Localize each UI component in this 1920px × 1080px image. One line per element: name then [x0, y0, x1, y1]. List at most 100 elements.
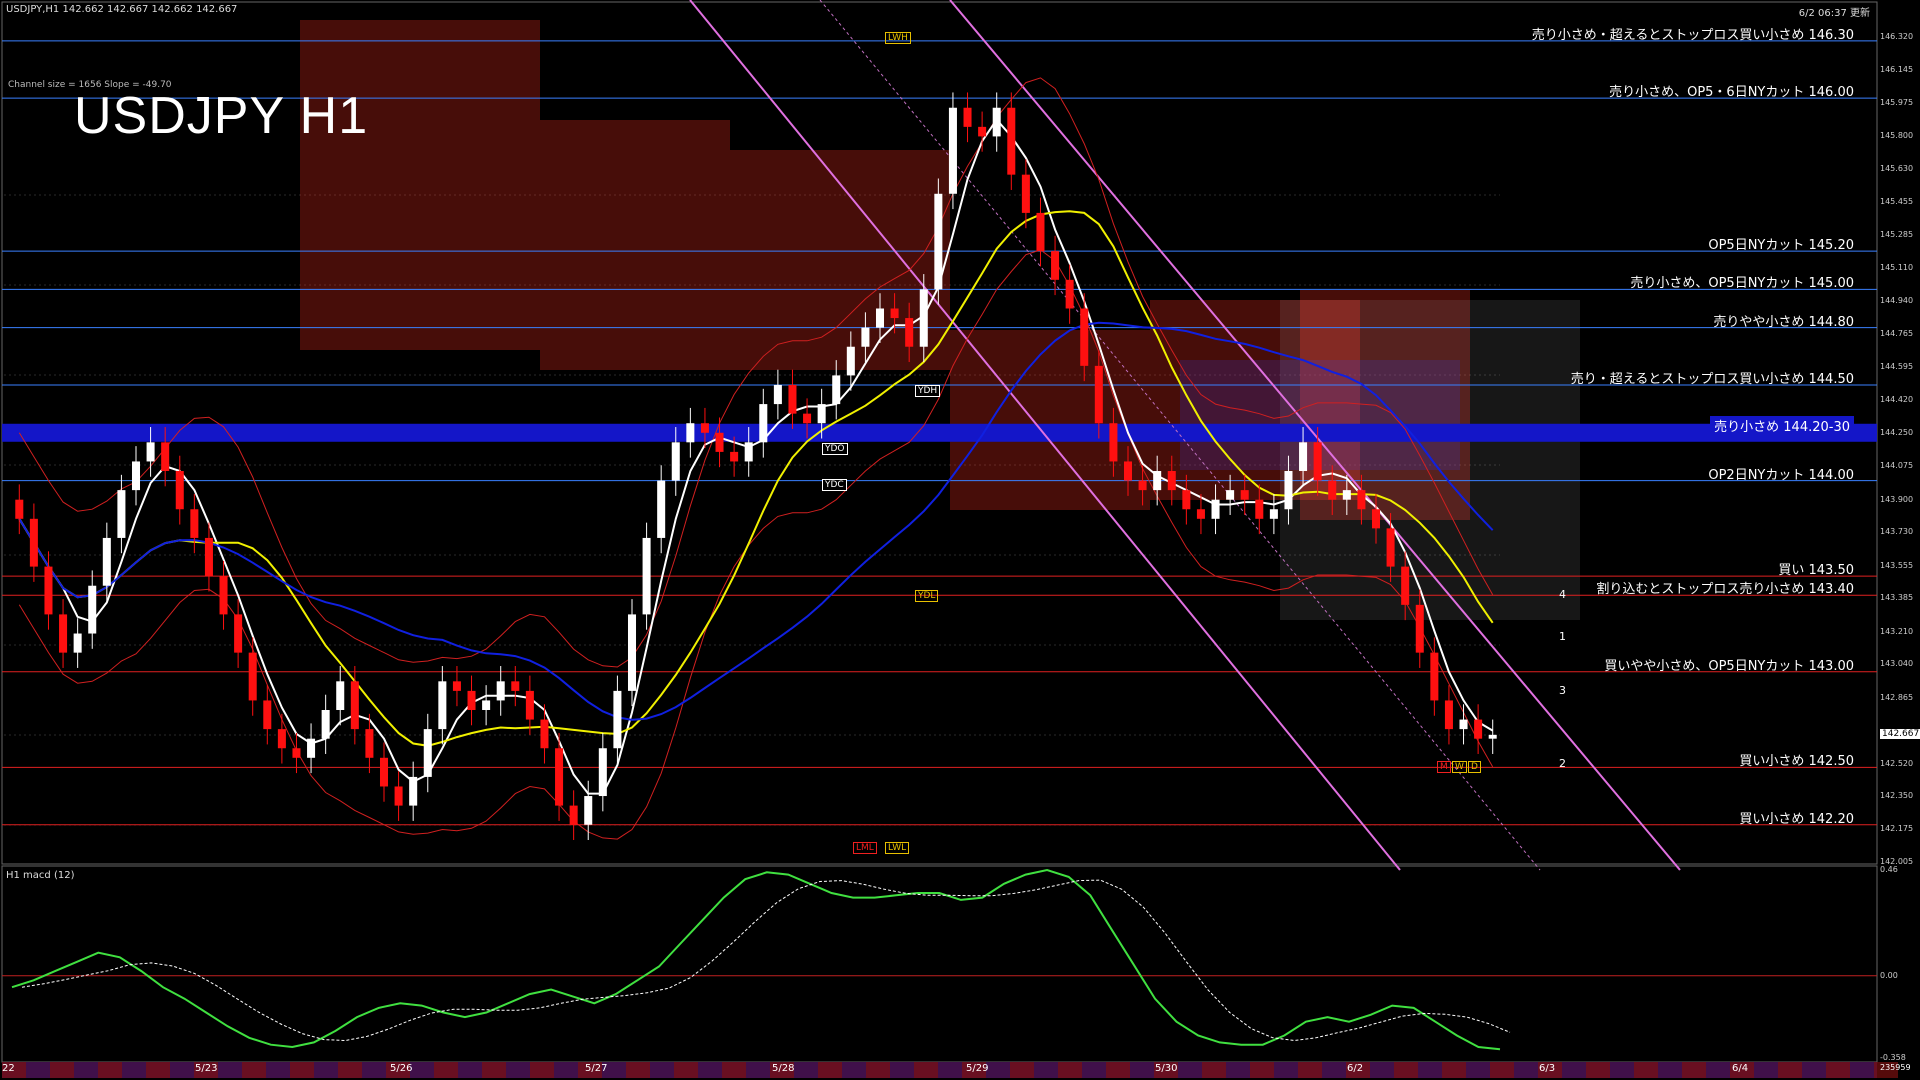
date-bar-segment [866, 1062, 890, 1078]
candle-body [1415, 604, 1424, 653]
date-bar-segment [482, 1062, 506, 1078]
candle-body [1371, 509, 1381, 529]
candle-body [73, 633, 82, 653]
price-tick: 145.285 [1880, 229, 1914, 239]
date-label-right: 235959 [1880, 1063, 1911, 1072]
annotation-label: 買いやや小さめ、OP5日NYカット 143.00 [1604, 658, 1854, 674]
candle-body [671, 442, 680, 481]
price-tick: 145.455 [1880, 197, 1914, 207]
macd-panel [2, 868, 1877, 1051]
candle-body [846, 346, 855, 376]
candle-body [934, 193, 943, 290]
candle-body [263, 700, 272, 730]
candle-body [423, 729, 432, 777]
level-tag: D [1468, 761, 1481, 773]
candle-body [1357, 490, 1366, 510]
candle-body [963, 107, 972, 127]
level-tag: M [1437, 761, 1451, 773]
signal-line [21, 879, 1511, 1042]
date-bar-segment [722, 1062, 746, 1078]
date-bar-segment [1586, 1062, 1610, 1078]
date-bar-segment [434, 1062, 458, 1078]
candle-body [190, 509, 199, 538]
annotation-label: 売り・超えるとストップロス買い小さめ 144.50 [1570, 371, 1854, 387]
candle-body [496, 681, 505, 701]
annotation-label: 売り小さめ・超えるとストップロス買い小さめ 146.30 [1531, 27, 1854, 43]
candle-body [29, 518, 38, 567]
annotation-label: 売り小さめ 144.20-30 [1710, 415, 1854, 435]
candle-body [117, 490, 126, 538]
price-tick: 145.630 [1880, 163, 1914, 173]
date-bar-segment [1442, 1062, 1466, 1078]
wave-label: 4 [1559, 588, 1566, 602]
macd-line [11, 868, 1501, 1051]
annotation-label: OP2日NYカット 144.00 [1708, 467, 1854, 483]
candle-body [861, 327, 870, 347]
wave-label: 1 [1559, 630, 1566, 644]
price-tick: 145.975 [1880, 97, 1914, 107]
cloud-block [540, 120, 730, 370]
wave-label: 2 [1559, 756, 1566, 770]
price-tick: 144.940 [1880, 295, 1914, 305]
annotation-label: 割り込むとストップロス売り小さめ 143.40 [1596, 582, 1854, 598]
candle-body [307, 738, 316, 758]
candle-body [890, 308, 899, 319]
candle-body [569, 805, 578, 825]
date-bar-segment [1394, 1062, 1418, 1078]
level-tag: LWL [885, 842, 910, 854]
candle-body [204, 537, 213, 577]
annotation-label: 売り小さめ、OP5・6日NYカット 146.00 [1609, 85, 1854, 101]
date-label: 6/3 [1539, 1063, 1556, 1074]
candle-body [161, 442, 170, 472]
level-tag: YDL [915, 590, 939, 602]
candle-body [686, 423, 695, 443]
annotation-label: 売り小さめ、OP5日NYカット 145.00 [1630, 276, 1854, 292]
candle-body [365, 729, 374, 758]
candle-body [1488, 734, 1497, 739]
date-bar-segment [1250, 1062, 1274, 1078]
date-bar-segment [1490, 1062, 1514, 1078]
candle-body [642, 537, 651, 615]
price-tick: 145.800 [1880, 131, 1914, 141]
candle-body [948, 107, 957, 194]
candle-body [409, 776, 418, 806]
annotation-label: 買い小さめ 142.50 [1739, 754, 1854, 770]
candle-body [613, 690, 622, 749]
candle-body [1459, 719, 1468, 730]
candle-body [1401, 566, 1410, 605]
candle-body [321, 710, 330, 739]
candle-body [773, 384, 782, 405]
candle-body [452, 681, 461, 691]
candle-body [438, 681, 447, 730]
candle-body [875, 308, 885, 328]
macd-tick: 0.00 [1880, 970, 1898, 980]
candle-body [905, 318, 914, 347]
candle-body [1211, 499, 1220, 519]
date-bar-segment [1058, 1062, 1082, 1078]
candle-body [219, 576, 228, 615]
price-tick: 144.250 [1880, 427, 1914, 437]
candle-body [482, 700, 491, 711]
candle-body [657, 480, 666, 538]
price-tick: 146.145 [1880, 65, 1914, 75]
price-tick: 142.175 [1880, 824, 1914, 834]
cloud-block [950, 330, 1150, 510]
date-bar-segment [98, 1062, 122, 1078]
candle-body [1065, 279, 1074, 309]
candle-body [59, 614, 68, 653]
candle-body [234, 614, 243, 653]
candle-body [1021, 174, 1030, 213]
price-tick: 144.420 [1880, 395, 1914, 405]
annotation-label: 買い小さめ 142.20 [1739, 811, 1854, 827]
price-tick: 144.075 [1880, 461, 1914, 471]
candle-body [88, 585, 97, 634]
candle-body [511, 681, 520, 691]
level-tag: YDC [822, 479, 847, 491]
macd-label: H1 macd (12) [6, 870, 75, 881]
candle-body [525, 690, 534, 720]
date-bar-segment [146, 1062, 170, 1078]
candle-body [1226, 490, 1235, 500]
candle-body [1269, 509, 1278, 519]
candle-body [1109, 423, 1118, 462]
date-label-left: 22 [2, 1063, 15, 1074]
